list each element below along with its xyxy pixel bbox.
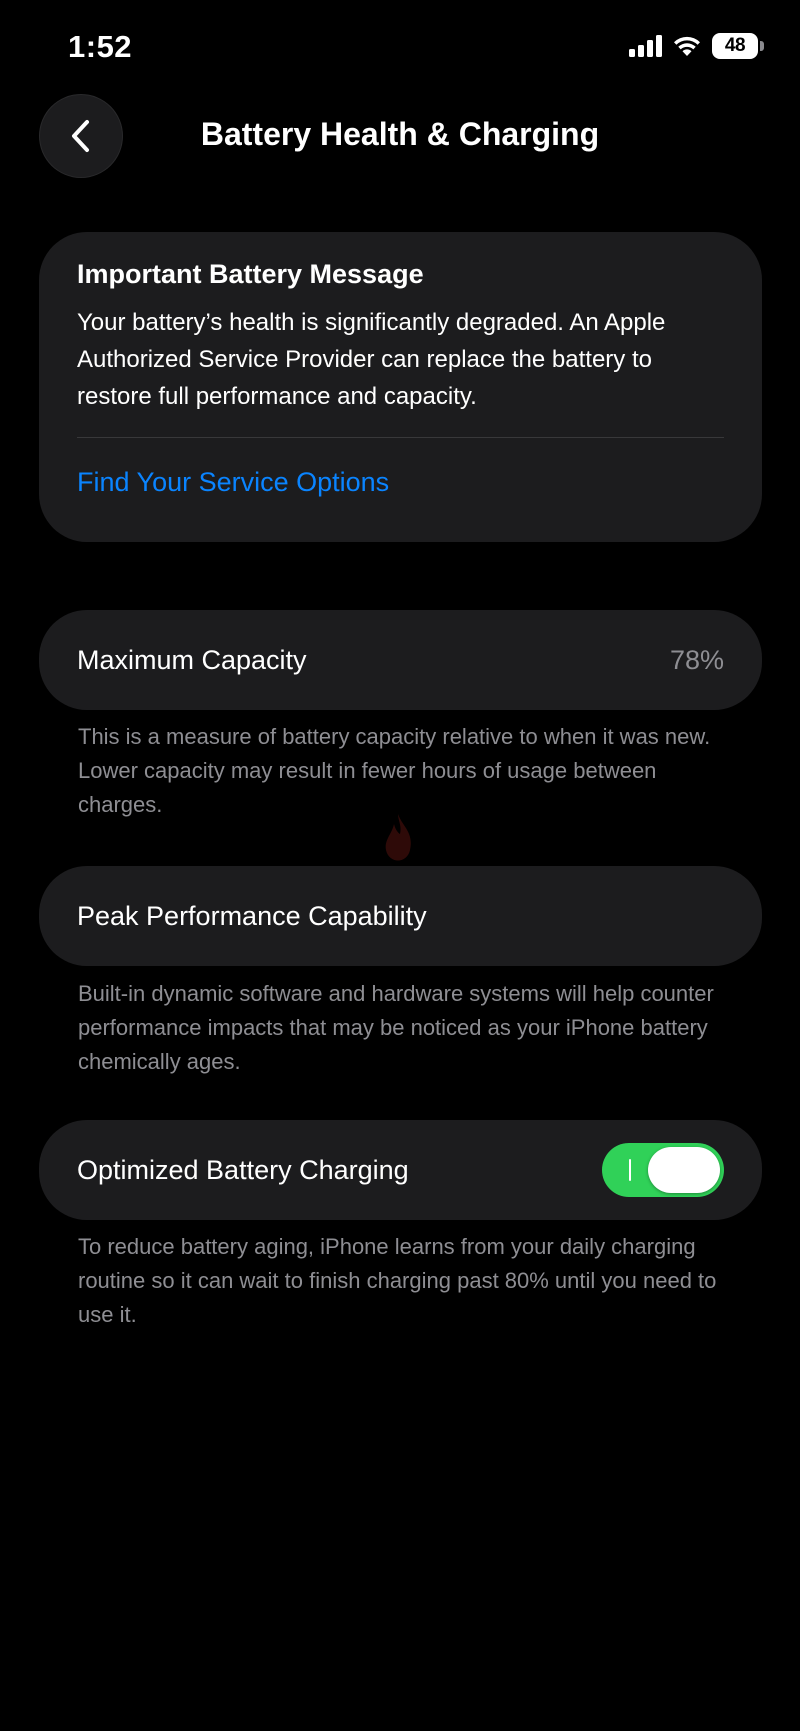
optimized-charging-toggle[interactable]: [602, 1143, 724, 1197]
cellular-signal-icon: [629, 35, 662, 57]
status-bar: 1:52 48: [0, 0, 800, 100]
page-title: Battery Health & Charging: [200, 116, 600, 152]
peak-performance-row[interactable]: Peak Performance Capability: [39, 866, 762, 966]
battery-message-body: Your battery’s health is significantly d…: [77, 309, 666, 410]
toggle-on-indicator: [629, 1159, 631, 1181]
optimized-charging-note: To reduce battery aging, iPhone learns f…: [78, 1234, 717, 1327]
peak-performance-label: Peak Performance Capability: [77, 900, 427, 931]
maximum-capacity-label: Maximum Capacity: [77, 644, 307, 675]
status-time: 1:52: [68, 29, 133, 64]
battery-icon: 48: [712, 33, 764, 59]
maximum-capacity-row: Maximum Capacity 78%: [39, 610, 762, 710]
battery-cap: [760, 41, 764, 51]
battery-level: 48: [712, 33, 758, 59]
optimized-charging-row: Optimized Battery Charging: [39, 1120, 762, 1220]
optimized-charging-label: Optimized Battery Charging: [77, 1154, 409, 1185]
find-service-options-link[interactable]: Find Your Service Options: [77, 467, 389, 498]
maximum-capacity-note: This is a measure of battery capacity re…: [78, 724, 711, 817]
peak-performance-note: Built-in dynamic software and hardware s…: [78, 981, 714, 1074]
divider: [77, 437, 724, 438]
status-icons: 48: [629, 33, 764, 59]
maximum-capacity-value: 78%: [669, 644, 724, 675]
battery-message-card: Important Battery Message Your battery’s…: [39, 232, 762, 542]
wifi-icon: [672, 35, 702, 57]
toggle-knob: [648, 1147, 720, 1193]
battery-message-title: Important Battery Message: [77, 259, 424, 289]
